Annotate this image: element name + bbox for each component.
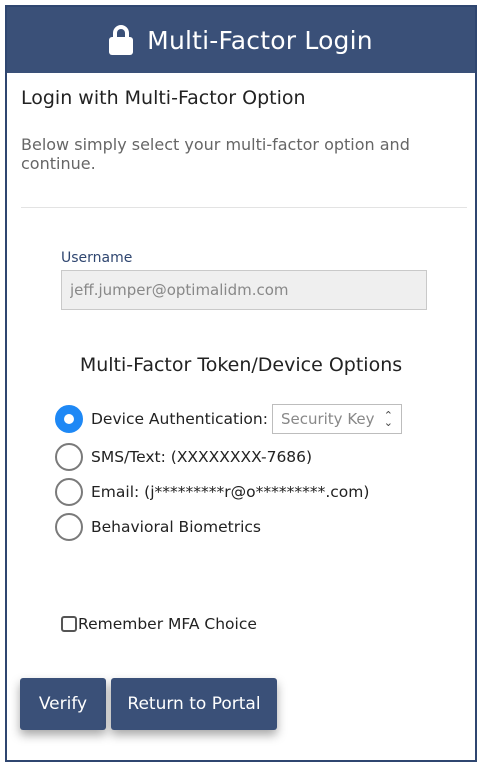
remember-label: Remember MFA Choice bbox=[78, 615, 257, 633]
option-sms[interactable]: SMS/Text: (XXXXXXXX-7686) bbox=[55, 442, 312, 472]
remember-mfa-choice[interactable]: Remember MFA Choice bbox=[61, 615, 257, 633]
email-radio[interactable] bbox=[55, 478, 83, 506]
section-title: Login with Multi-Factor Option bbox=[21, 87, 306, 109]
option-email[interactable]: Email: (j*********r@o*********.com) bbox=[55, 477, 369, 507]
email-label: Email: (j*********r@o*********.com) bbox=[91, 483, 370, 501]
biometrics-label: Behavioral Biometrics bbox=[91, 518, 261, 536]
option-device-authentication[interactable]: Device Authentication: Security Key ⌃ ⌄ bbox=[55, 404, 402, 434]
return-to-portal-button[interactable]: Return to Portal bbox=[111, 678, 277, 730]
username-label: Username bbox=[61, 250, 133, 266]
sms-label: SMS/Text: (XXXXXXXX-7686) bbox=[91, 448, 313, 466]
header-bar: Multi-Factor Login bbox=[7, 7, 475, 73]
mfa-login-panel: Multi-Factor Login Login with Multi-Fact… bbox=[5, 5, 477, 762]
options-title: Multi-Factor Token/Device Options bbox=[79, 354, 403, 376]
lock-icon bbox=[109, 25, 134, 55]
divider bbox=[21, 207, 467, 208]
page-title: Multi-Factor Login bbox=[147, 25, 373, 55]
biometrics-radio[interactable] bbox=[55, 513, 83, 541]
section-description: Below simply select your multi-factor op… bbox=[21, 135, 410, 173]
device-auth-label: Device Authentication: bbox=[91, 410, 268, 428]
username-field[interactable] bbox=[61, 270, 427, 310]
sms-radio[interactable] bbox=[55, 443, 83, 471]
verify-button[interactable]: Verify bbox=[20, 678, 106, 730]
device-type-value: Security Key bbox=[280, 410, 375, 428]
remember-checkbox[interactable] bbox=[61, 616, 77, 632]
option-behavioral-biometrics[interactable]: Behavioral Biometrics bbox=[55, 512, 261, 542]
device-auth-radio[interactable] bbox=[55, 405, 83, 433]
updown-chevron-icon: ⌃ ⌄ bbox=[383, 409, 393, 429]
device-type-select[interactable]: Security Key ⌃ ⌄ bbox=[271, 404, 402, 434]
